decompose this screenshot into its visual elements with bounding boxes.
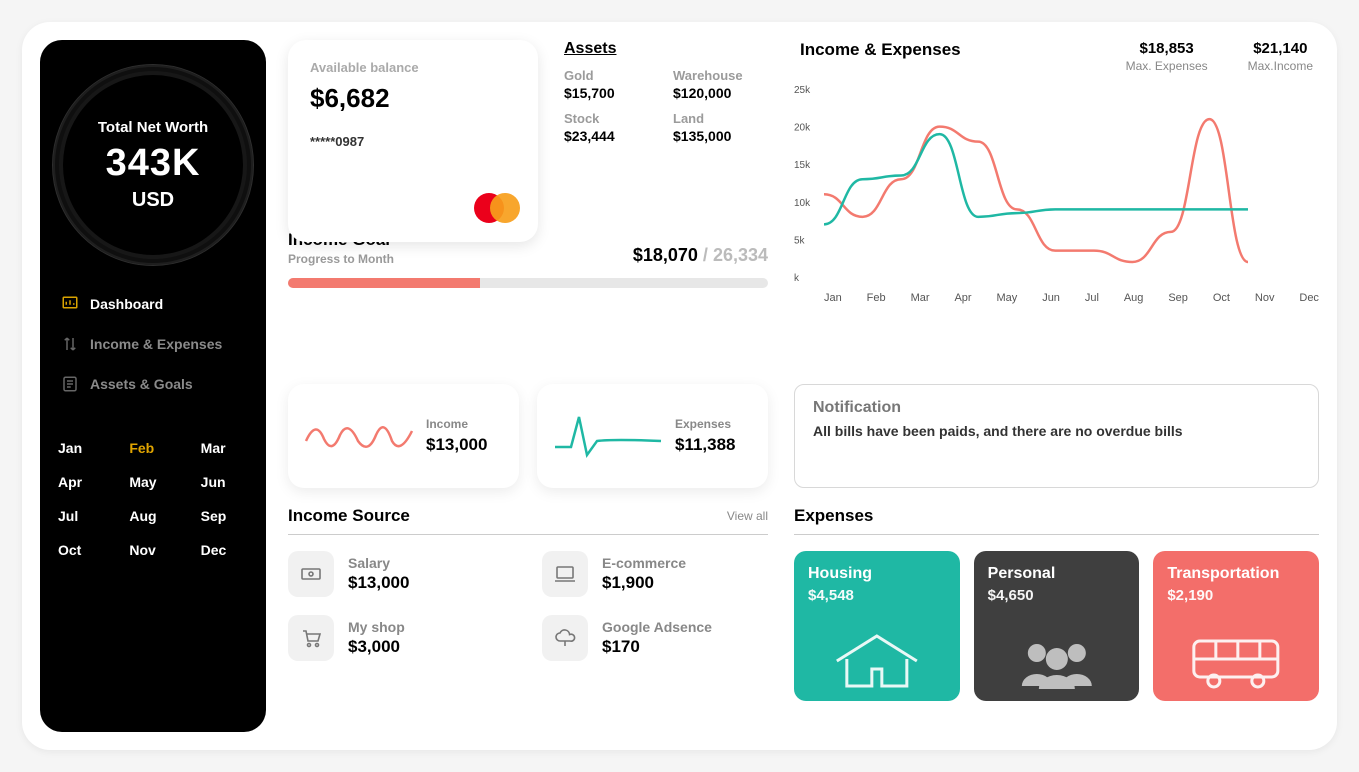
month-jun[interactable]: Jun [201,474,248,490]
income-expenses-chart: Income & Expenses $18,853Max. Expenses $… [794,40,1319,366]
asset-item: Warehouse$120,000 [673,68,768,101]
expense-card-transport[interactable]: Transportation $2,190 [1153,551,1319,701]
net-worth-value: 343K [106,142,201,185]
expenses-spark-icon [553,411,663,461]
balance-label: Available balance [310,60,516,75]
main-area: Available balance $6,682 *****0987 Asset… [288,40,1319,732]
money-icon [288,551,334,597]
month-nov[interactable]: Nov [129,542,176,558]
income-goal: Income Goal Progress to Month $18,070 / … [288,260,768,365]
asset-item: Land$135,000 [673,111,768,144]
net-worth-widget: Total Net Worth 343K USD [58,70,248,260]
income-spark-icon [304,411,414,461]
mastercard-icon [474,193,520,228]
app-frame: Total Net Worth 343K USD Dashboard Incom… [22,22,1337,750]
nav-assets-goals-label: Assets & Goals [90,376,193,392]
balance-card[interactable]: Available balance $6,682 *****0987 [288,40,538,242]
nav-income-expenses[interactable]: Income & Expenses [60,334,246,354]
arrows-icon [60,334,80,354]
notification-title: Notification [813,399,1300,417]
mini-income-value: $13,000 [426,435,487,455]
expense-card-personal[interactable]: Personal $4,650 [974,551,1140,701]
chart-body: k5k10k15k20k25k JanFebMarAprMayJunJulAug… [794,83,1319,304]
dashboard-icon [60,294,80,314]
nav-income-expenses-label: Income & Expenses [90,336,222,352]
net-worth-label: Total Net Worth [98,119,208,136]
income-source-section: Income Source View all Salary$13,000 E-c… [288,506,768,732]
mini-income-label: Income [426,417,487,431]
cloud-icon [542,615,588,661]
month-apr[interactable]: Apr [58,474,105,490]
month-oct[interactable]: Oct [58,542,105,558]
source-item[interactable]: My shop$3,000 [288,615,514,661]
assets-title: Assets [564,40,768,58]
view-all-link[interactable]: View all [727,509,768,523]
nav-dashboard[interactable]: Dashboard [60,294,246,314]
asset-item: Gold$15,700 [564,68,659,101]
svg-text:10k: 10k [794,198,811,209]
house-icon [806,631,948,691]
source-item[interactable]: Google Adsence$170 [542,615,768,661]
balance-value: $6,682 [310,83,516,114]
nav-assets-goals[interactable]: Assets & Goals [60,374,246,394]
month-mar[interactable]: Mar [201,440,248,456]
source-item[interactable]: Salary$13,000 [288,551,514,597]
asset-item: Stock$23,444 [564,111,659,144]
month-grid: Jan Feb Mar Apr May Jun Jul Aug Sep Oct … [58,440,248,558]
list-icon [60,374,80,394]
mini-expenses-value: $11,388 [675,435,736,455]
notification-message: All bills have been paids, and there are… [813,423,1300,439]
balance-masked: *****0987 [310,134,516,149]
income-goal-progress [288,278,768,288]
svg-text:k: k [794,273,800,283]
assets-block: Assets Gold$15,700 Warehouse$120,000 Sto… [564,40,768,242]
month-jul[interactable]: Jul [58,508,105,524]
income-goal-values: $18,070 / 26,334 [633,245,768,266]
expense-card-housing[interactable]: Housing $4,548 [794,551,960,701]
mini-expenses-label: Expenses [675,417,736,431]
cart-icon [288,615,334,661]
month-dec[interactable]: Dec [201,542,248,558]
svg-text:20k: 20k [794,123,811,134]
month-sep[interactable]: Sep [201,508,248,524]
svg-text:5k: 5k [794,235,806,246]
net-worth-currency: USD [132,189,174,212]
nav-dashboard-label: Dashboard [90,296,163,312]
mini-expenses-card[interactable]: Expenses $11,388 [537,384,768,489]
income-goal-subtitle: Progress to Month [288,252,394,266]
mini-cards-row: Income $13,000 Expenses $11,388 [288,384,768,489]
sidebar: Total Net Worth 343K USD Dashboard Incom… [40,40,266,732]
max-expenses-stat: $18,853Max. Expenses [1126,40,1208,73]
chart-title: Income & Expenses [800,40,961,60]
mini-income-card[interactable]: Income $13,000 [288,384,519,489]
svg-text:15k: 15k [794,160,811,171]
income-source-title: Income Source [288,506,410,526]
expenses-section: Expenses Housing $4,548 Personal $4,650 … [794,506,1319,732]
source-item[interactable]: E-commerce$1,900 [542,551,768,597]
month-may[interactable]: May [129,474,176,490]
month-feb[interactable]: Feb [129,440,176,456]
laptop-icon [542,551,588,597]
balance-assets-row: Available balance $6,682 *****0987 Asset… [288,40,768,242]
expenses-title: Expenses [794,506,873,526]
max-income-stat: $21,140Max.Income [1248,40,1313,73]
notification-panel: Notification All bills have been paids, … [794,384,1319,489]
month-aug[interactable]: Aug [129,508,176,524]
people-icon [986,631,1128,691]
svg-text:25k: 25k [794,85,811,96]
bus-icon [1165,631,1307,691]
month-jan[interactable]: Jan [58,440,105,456]
